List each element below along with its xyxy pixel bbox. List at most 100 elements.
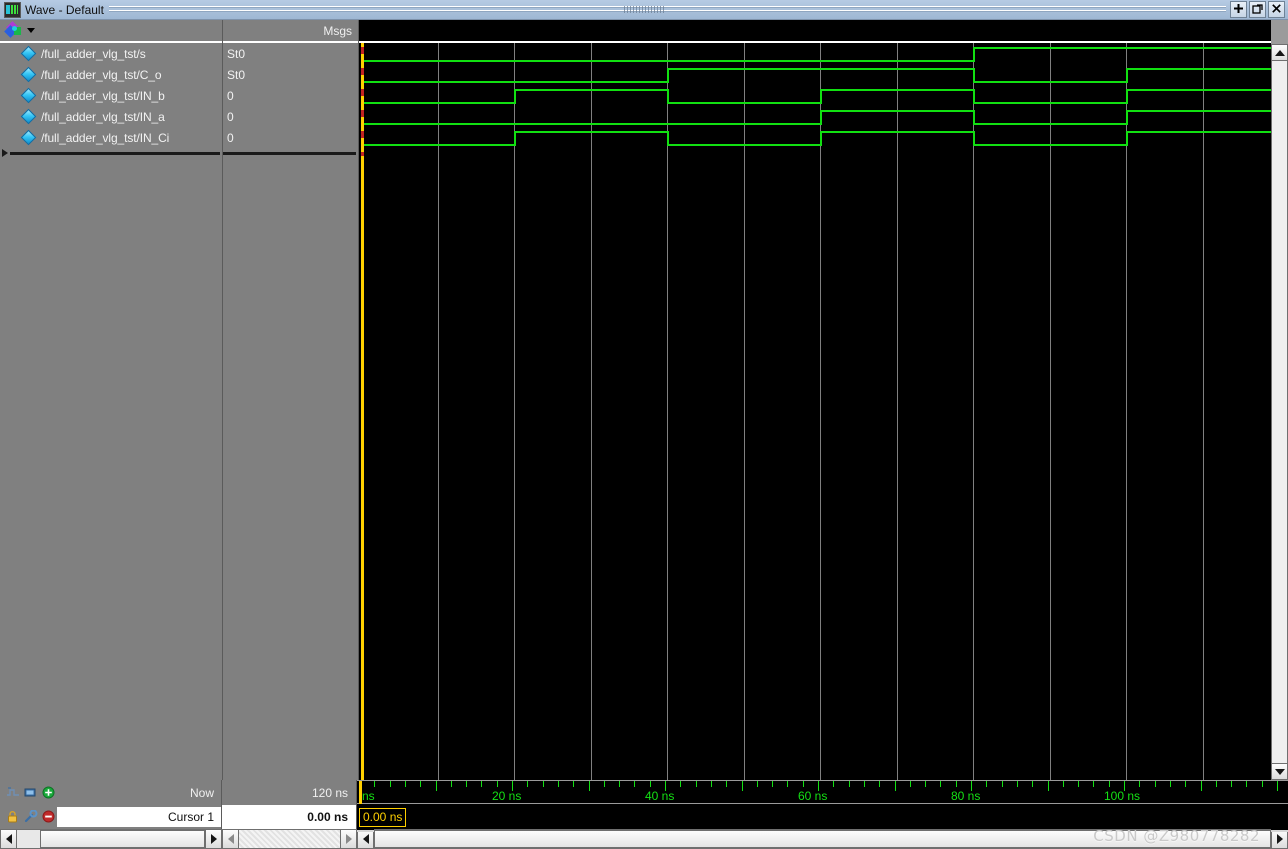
ruler-minor-tick (481, 781, 483, 787)
signal-row[interactable]: /full_adder_vlg_tst/IN_b (0, 85, 222, 106)
green-add-icon[interactable] (42, 786, 57, 800)
close-button[interactable] (1268, 1, 1285, 18)
waveform-segment (820, 89, 973, 91)
cursor-time-badge[interactable]: 0.00 ns (359, 808, 407, 827)
ruler-minor-tick (573, 781, 575, 787)
waveform-vscrollbar-column (1271, 20, 1288, 780)
signal-names-header[interactable] (0, 20, 222, 43)
right-arrow-icon[interactable] (1271, 829, 1288, 849)
waveform-segment (973, 81, 1126, 83)
waveform-gridline (590, 43, 592, 780)
signal-values-pane: Msgs St0 St0 0 0 0 (223, 20, 359, 780)
wrench-icon[interactable] (24, 810, 39, 824)
signal-value-label: 0 (227, 130, 234, 145)
left-arrow-icon[interactable] (0, 829, 17, 849)
right-arrow-icon[interactable] (340, 829, 357, 849)
ruler-minor-tick (787, 781, 789, 787)
wave-signal-icon (22, 47, 35, 60)
left-arrow-icon[interactable] (222, 829, 239, 849)
wave-signal-icon (22, 110, 35, 123)
signal-row[interactable]: /full_adder_vlg_tst/IN_Ci (0, 127, 222, 148)
ruler-minor-tick (389, 781, 391, 787)
signal-row[interactable]: /full_adder_vlg_tst/s (0, 43, 222, 64)
wave-vscrollbar[interactable] (1271, 44, 1288, 780)
waveform-segment (973, 123, 1126, 125)
lock-icon[interactable] (6, 810, 21, 824)
waveform-gridline (1126, 43, 1127, 780)
now-value-cell: 120 ns (222, 780, 357, 805)
up-arrow-icon[interactable] (1271, 44, 1288, 61)
wave-window-icon (4, 1, 21, 18)
delete-cursor-icon[interactable] (42, 810, 57, 824)
signal-name-list[interactable]: /full_adder_vlg_tst/s/full_adder_vlg_tst… (0, 43, 222, 780)
waveform-segment (514, 131, 667, 133)
values-hscroll-track[interactable] (239, 829, 340, 849)
names-hscrollbar[interactable] (0, 829, 222, 849)
left-arrow-icon[interactable] (357, 829, 374, 849)
cursor-row-markers (361, 47, 364, 156)
window-titlebar[interactable]: Wave - Default (0, 0, 1288, 20)
ruler-minor-tick (404, 781, 406, 787)
now-label-cell: Now (0, 780, 222, 805)
titlebar-grip[interactable] (624, 6, 664, 13)
waveform-segment (1126, 110, 1271, 112)
ruler-cursor-marker[interactable] (359, 781, 362, 804)
names-hscroll-track[interactable] (17, 829, 205, 849)
now-label: Now (189, 785, 214, 800)
ruler-major-tick (741, 781, 743, 791)
chevron-down-icon[interactable] (27, 28, 35, 33)
ruler-minor-tick (863, 781, 865, 787)
ruler-label: 60 ns (798, 789, 828, 803)
wave-hscroll-thumb[interactable] (374, 830, 1271, 848)
cursor-name-field[interactable]: Cursor 1 (57, 807, 221, 827)
wave-hscroll-track[interactable] (374, 829, 1271, 849)
down-arrow-icon[interactable] (1271, 763, 1288, 780)
signal-value-label: 0 (227, 109, 234, 124)
cursor-badge-strip[interactable]: 0.00 ns (357, 805, 1288, 832)
waveform-gridline (437, 43, 439, 780)
dock-button[interactable] (1230, 1, 1247, 18)
wave-compare-icon[interactable] (6, 786, 21, 800)
ruler-minor-tick (955, 781, 957, 787)
cursor-icons (0, 810, 57, 824)
signal-value-label: St0 (227, 46, 246, 61)
cursor-value-cell[interactable]: 0.00 ns (222, 805, 357, 829)
waveform-edge (1126, 89, 1128, 104)
waveform-segment (361, 81, 667, 83)
ruler-minor-tick (374, 781, 376, 787)
waveform-segment (1126, 131, 1271, 133)
signal-row[interactable]: /full_adder_vlg_tst/C_o (0, 64, 222, 85)
time-ruler[interactable]: ns 20 ns 40 ns 60 ns 80 ns 100 ns (357, 780, 1288, 804)
status-area: Now 120 ns ns 20 ns 40 ns 60 ns 80 ns 100 ns (0, 780, 1288, 832)
waveform-segment (667, 68, 973, 70)
waveform-gridline (743, 43, 745, 780)
wave-main: /full_adder_vlg_tst/s/full_adder_vlg_tst… (0, 20, 1288, 780)
ruler-minor-tick (802, 781, 804, 787)
signal-value-label: St0 (227, 67, 246, 82)
signal-name-label: /full_adder_vlg_tst/C_o (41, 67, 162, 82)
ruler-minor-tick (848, 781, 850, 787)
waveform-canvas[interactable] (359, 43, 1271, 780)
waveform-gridline (820, 43, 821, 780)
wave-hscrollbar[interactable] (357, 829, 1288, 849)
ruler-minor-tick (1169, 781, 1171, 787)
values-hscrollbar[interactable] (222, 829, 357, 849)
ruler-minor-tick (909, 781, 911, 787)
signal-add-icon[interactable] (24, 786, 39, 800)
signal-value-list[interactable]: St0 St0 0 0 0 (223, 43, 358, 780)
ruler-baseline (357, 803, 1288, 804)
names-hscroll-thumb[interactable] (39, 830, 205, 848)
ruler-major-tick (1277, 781, 1278, 791)
undock-button[interactable] (1249, 1, 1266, 18)
waveform-segment (973, 102, 1126, 104)
vscrollbar-track[interactable] (1271, 61, 1288, 763)
waveform-gridline (514, 43, 515, 780)
ruler-minor-tick (879, 781, 881, 787)
ruler-minor-tick (756, 781, 758, 787)
right-arrow-icon[interactable] (205, 829, 222, 849)
signal-row[interactable]: /full_adder_vlg_tst/IN_a (0, 106, 222, 127)
signal-value-label: 0 (227, 88, 234, 103)
ruler-minor-tick (833, 781, 835, 787)
objects-dropdown-icon[interactable] (4, 21, 23, 38)
ruler-minor-tick (619, 781, 621, 787)
